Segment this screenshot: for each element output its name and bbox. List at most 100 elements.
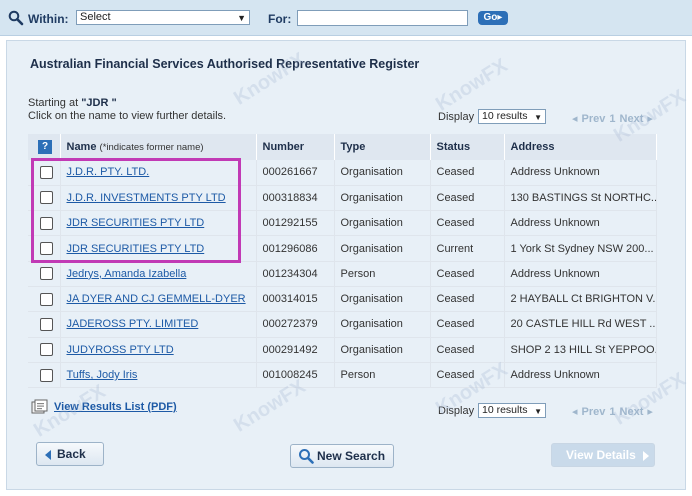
chevron-down-icon: ▼ bbox=[534, 113, 542, 122]
name-cell: J.D.R. PTY. LTD. bbox=[60, 160, 257, 186]
name-header-note: (*indicates former name) bbox=[99, 142, 204, 153]
next-arrow-icon: ▸ bbox=[647, 113, 653, 125]
display-select-bottom[interactable]: 10 results ▼ bbox=[478, 403, 546, 418]
prev-link[interactable]: Prev bbox=[582, 406, 606, 418]
address-cell: 2 HAYBALL Ct BRIGHTON V... bbox=[504, 286, 657, 313]
name-link[interactable]: JUDYROSS PTY LTD bbox=[67, 344, 174, 356]
name-link[interactable]: JDR SECURITIES PTY LTD bbox=[67, 217, 205, 229]
next-link[interactable]: Next bbox=[620, 406, 644, 418]
number-cell: 000318834 bbox=[256, 185, 335, 212]
number-column-header: Number bbox=[256, 134, 335, 160]
table-row[interactable]: Tuffs, Jody Iris 001008245 Person Ceased Add… bbox=[28, 362, 657, 389]
address-cell: Address Unknown bbox=[504, 261, 657, 287]
name-link[interactable]: J.D.R. INVESTMENTS PTY LTD bbox=[67, 192, 226, 204]
view-details-label: View Details bbox=[566, 448, 636, 462]
view-results-pdf-link[interactable]: View Results List (PDF) bbox=[54, 401, 177, 413]
number-cell: 000314015 bbox=[256, 286, 335, 313]
name-link[interactable]: J.D.R. PTY. LTD. bbox=[67, 166, 150, 178]
table-row[interactable]: JDR SECURITIES PTY LTD 001292155 Organisat… bbox=[28, 210, 657, 237]
row-checkbox[interactable] bbox=[40, 317, 53, 331]
name-link[interactable]: JADEROSS PTY. LIMITED bbox=[67, 318, 199, 330]
starting-at-text: Starting at "JDR " bbox=[28, 97, 117, 109]
type-cell: Organisation bbox=[334, 160, 431, 186]
within-label: Within: bbox=[28, 12, 69, 26]
number-cell: 000272379 bbox=[256, 311, 335, 338]
address-cell: SHOP 2 13 HILL St YEPPOO... bbox=[504, 337, 657, 363]
back-button[interactable]: Back bbox=[36, 442, 104, 466]
view-details-button[interactable]: View Details bbox=[551, 443, 655, 467]
status-cell: Ceased bbox=[430, 286, 505, 313]
next-arrow-icon bbox=[643, 451, 649, 461]
row-checkbox-cell bbox=[28, 185, 61, 212]
status-cell: Ceased bbox=[430, 185, 505, 212]
table-row[interactable]: JDR SECURITIES PTY LTD 001296086 Organisat… bbox=[28, 235, 657, 262]
back-button-label: Back bbox=[57, 447, 86, 461]
name-cell: JDR SECURITIES PTY LTD bbox=[60, 235, 257, 262]
prev-arrow-icon: ◂ bbox=[572, 113, 578, 125]
display-select-value: 10 results bbox=[482, 404, 528, 416]
name-link[interactable]: Tuffs, Jody Iris bbox=[67, 369, 138, 381]
number-cell: 001296086 bbox=[256, 235, 335, 262]
address-column-header: Address bbox=[504, 134, 657, 160]
pager-bottom: ◂ Prev 1 Next ▸ bbox=[572, 405, 657, 418]
search-input[interactable] bbox=[297, 10, 468, 26]
go-button[interactable]: Go▸ bbox=[478, 11, 508, 25]
row-checkbox-cell bbox=[28, 362, 61, 389]
type-cell: Person bbox=[334, 362, 431, 389]
row-checkbox[interactable] bbox=[40, 216, 53, 230]
address-cell: 20 CASTLE HILL Rd WEST ... bbox=[504, 311, 657, 338]
table-row[interactable]: J.D.R. INVESTMENTS PTY LTD 000318834 Organ… bbox=[28, 185, 657, 212]
row-checkbox[interactable] bbox=[40, 191, 53, 205]
name-cell: JDR SECURITIES PTY LTD bbox=[60, 210, 257, 237]
number-cell: 001292155 bbox=[256, 210, 335, 237]
page-title: Australian Financial Services Authorised… bbox=[30, 57, 420, 71]
table-row[interactable]: JA DYER AND CJ GEMMELL-DYER 000314015 Orga… bbox=[28, 286, 657, 313]
for-label: For: bbox=[268, 12, 292, 26]
name-link[interactable]: JDR SECURITIES PTY LTD bbox=[67, 243, 205, 255]
type-cell: Organisation bbox=[334, 235, 431, 262]
type-cell: Organisation bbox=[334, 286, 431, 313]
status-cell: Ceased bbox=[430, 337, 505, 363]
type-cell: Organisation bbox=[334, 185, 431, 212]
address-cell: Address Unknown bbox=[504, 362, 657, 389]
pdf-link-row: View Results List (PDF) bbox=[31, 399, 177, 414]
status-cell: Ceased bbox=[430, 362, 505, 389]
search-icon bbox=[8, 10, 24, 26]
next-link[interactable]: Next bbox=[620, 113, 644, 125]
row-checkbox-cell bbox=[28, 311, 61, 338]
row-checkbox[interactable] bbox=[40, 343, 53, 357]
select-column-header: ? bbox=[28, 134, 61, 160]
row-checkbox[interactable] bbox=[40, 267, 53, 281]
display-select-value: 10 results bbox=[482, 110, 528, 122]
within-select[interactable]: Select ▼ bbox=[76, 10, 250, 25]
name-header-label: Name bbox=[66, 141, 97, 153]
next-arrow-icon: ▸ bbox=[647, 406, 653, 418]
row-checkbox[interactable] bbox=[40, 292, 53, 306]
status-cell: Ceased bbox=[430, 210, 505, 237]
number-cell: 000291492 bbox=[256, 337, 335, 363]
row-checkbox[interactable] bbox=[40, 242, 53, 256]
status-cell: Ceased bbox=[430, 311, 505, 338]
table-row[interactable]: Jedrys, Amanda Izabella 001234304 Person Ce… bbox=[28, 261, 657, 287]
name-link[interactable]: Jedrys, Amanda Izabella bbox=[67, 268, 187, 280]
name-link[interactable]: JA DYER AND CJ GEMMELL-DYER bbox=[67, 293, 246, 305]
new-search-button[interactable]: New Search bbox=[290, 444, 394, 468]
display-label-bottom: Display bbox=[438, 405, 475, 417]
row-checkbox-cell bbox=[28, 210, 61, 237]
table-row[interactable]: JUDYROSS PTY LTD 000291492 Organisation Cea… bbox=[28, 337, 657, 363]
status-cell: Ceased bbox=[430, 160, 505, 186]
row-checkbox[interactable] bbox=[40, 368, 53, 382]
pdf-icon bbox=[31, 399, 48, 414]
table-row[interactable]: J.D.R. PTY. LTD. 000261667 Organisation Cea… bbox=[28, 160, 657, 186]
number-cell: 000261667 bbox=[256, 160, 335, 186]
help-icon[interactable]: ? bbox=[38, 140, 52, 154]
prev-link[interactable]: Prev bbox=[582, 113, 606, 125]
row-checkbox[interactable] bbox=[40, 165, 53, 179]
address-cell: Address Unknown bbox=[504, 160, 657, 186]
within-select-value: Select bbox=[80, 11, 111, 23]
status-cell: Current bbox=[430, 235, 505, 262]
type-cell: Organisation bbox=[334, 311, 431, 338]
table-row[interactable]: JADEROSS PTY. LIMITED 000272379 Organisati… bbox=[28, 311, 657, 338]
display-select-top[interactable]: 10 results ▼ bbox=[478, 109, 546, 124]
row-checkbox-cell bbox=[28, 160, 61, 186]
